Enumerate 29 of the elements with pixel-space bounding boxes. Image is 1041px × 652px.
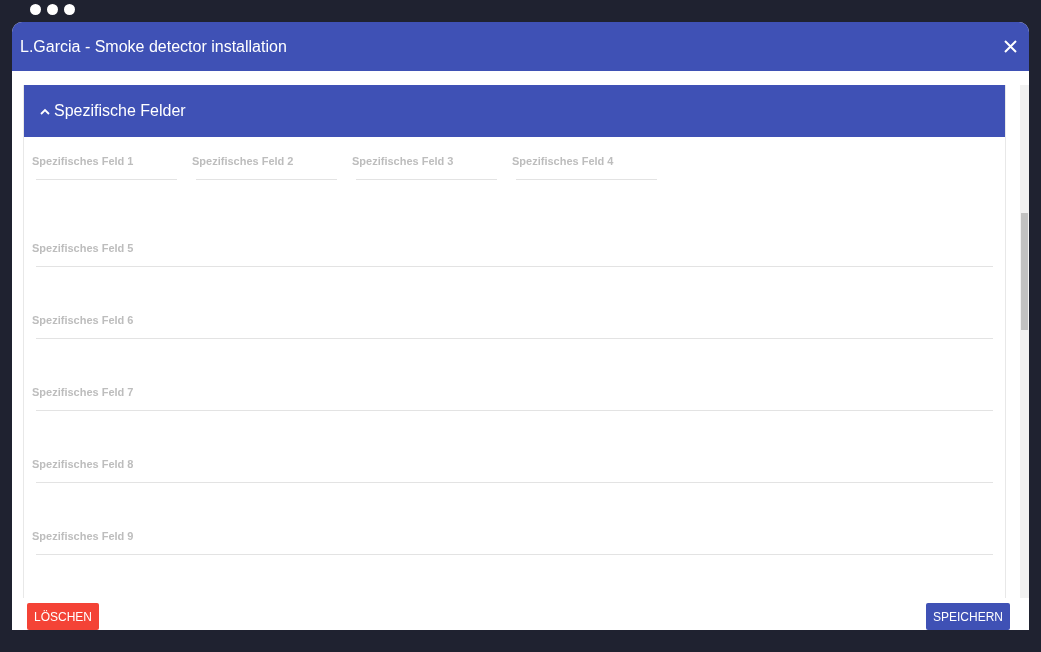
input-field[interactable]: Spezifisches Feld 3 <box>352 155 497 242</box>
close-button[interactable] <box>1004 40 1017 53</box>
field-placeholder: Spezifisches Feld 2 <box>192 155 295 167</box>
close-icon <box>1004 40 1017 53</box>
field-placeholder: Spezifisches Feld 6 <box>32 314 135 326</box>
input-field[interactable]: Spezifisches Feld 4 <box>512 155 657 242</box>
scrollbar[interactable] <box>1020 85 1029 598</box>
window-dot <box>47 4 58 15</box>
field-placeholder: Spezifisches Feld 4 <box>512 155 615 167</box>
chevron-up-icon <box>40 107 50 115</box>
delete-button[interactable]: LÖSCHEN <box>27 603 99 630</box>
field-placeholder: Spezifisches Feld 8 <box>32 458 135 470</box>
panel-header[interactable]: Spezifische Felder <box>24 85 1005 137</box>
window-dot <box>64 4 75 15</box>
input-field[interactable]: Spezifisches Feld 1 <box>32 155 177 242</box>
input-field[interactable]: Spezifisches Feld 8 <box>32 458 993 530</box>
field-placeholder: Spezifisches Feld 7 <box>32 386 135 398</box>
input-field[interactable]: Spezifisches Feld 7 <box>32 386 993 458</box>
input-field[interactable]: Spezifisches Feld 5 <box>32 242 993 314</box>
field-placeholder: Spezifisches Feld 9 <box>32 530 135 542</box>
window-dot <box>30 4 41 15</box>
field-placeholder: Spezifisches Feld 5 <box>32 242 135 254</box>
input-field[interactable]: Spezifisches Feld 2 <box>192 155 337 242</box>
field-placeholder: Spezifisches Feld 1 <box>32 155 135 167</box>
input-field[interactable]: Spezifisches Feld 6 <box>32 314 993 386</box>
input-field[interactable]: Spezifisches Feld 9 <box>32 530 993 598</box>
field-placeholder: Spezifisches Feld 3 <box>352 155 455 167</box>
save-button[interactable]: SPEICHERN <box>926 603 1010 630</box>
dialog-title: L.Garcia - Smoke detector installation <box>20 37 287 56</box>
